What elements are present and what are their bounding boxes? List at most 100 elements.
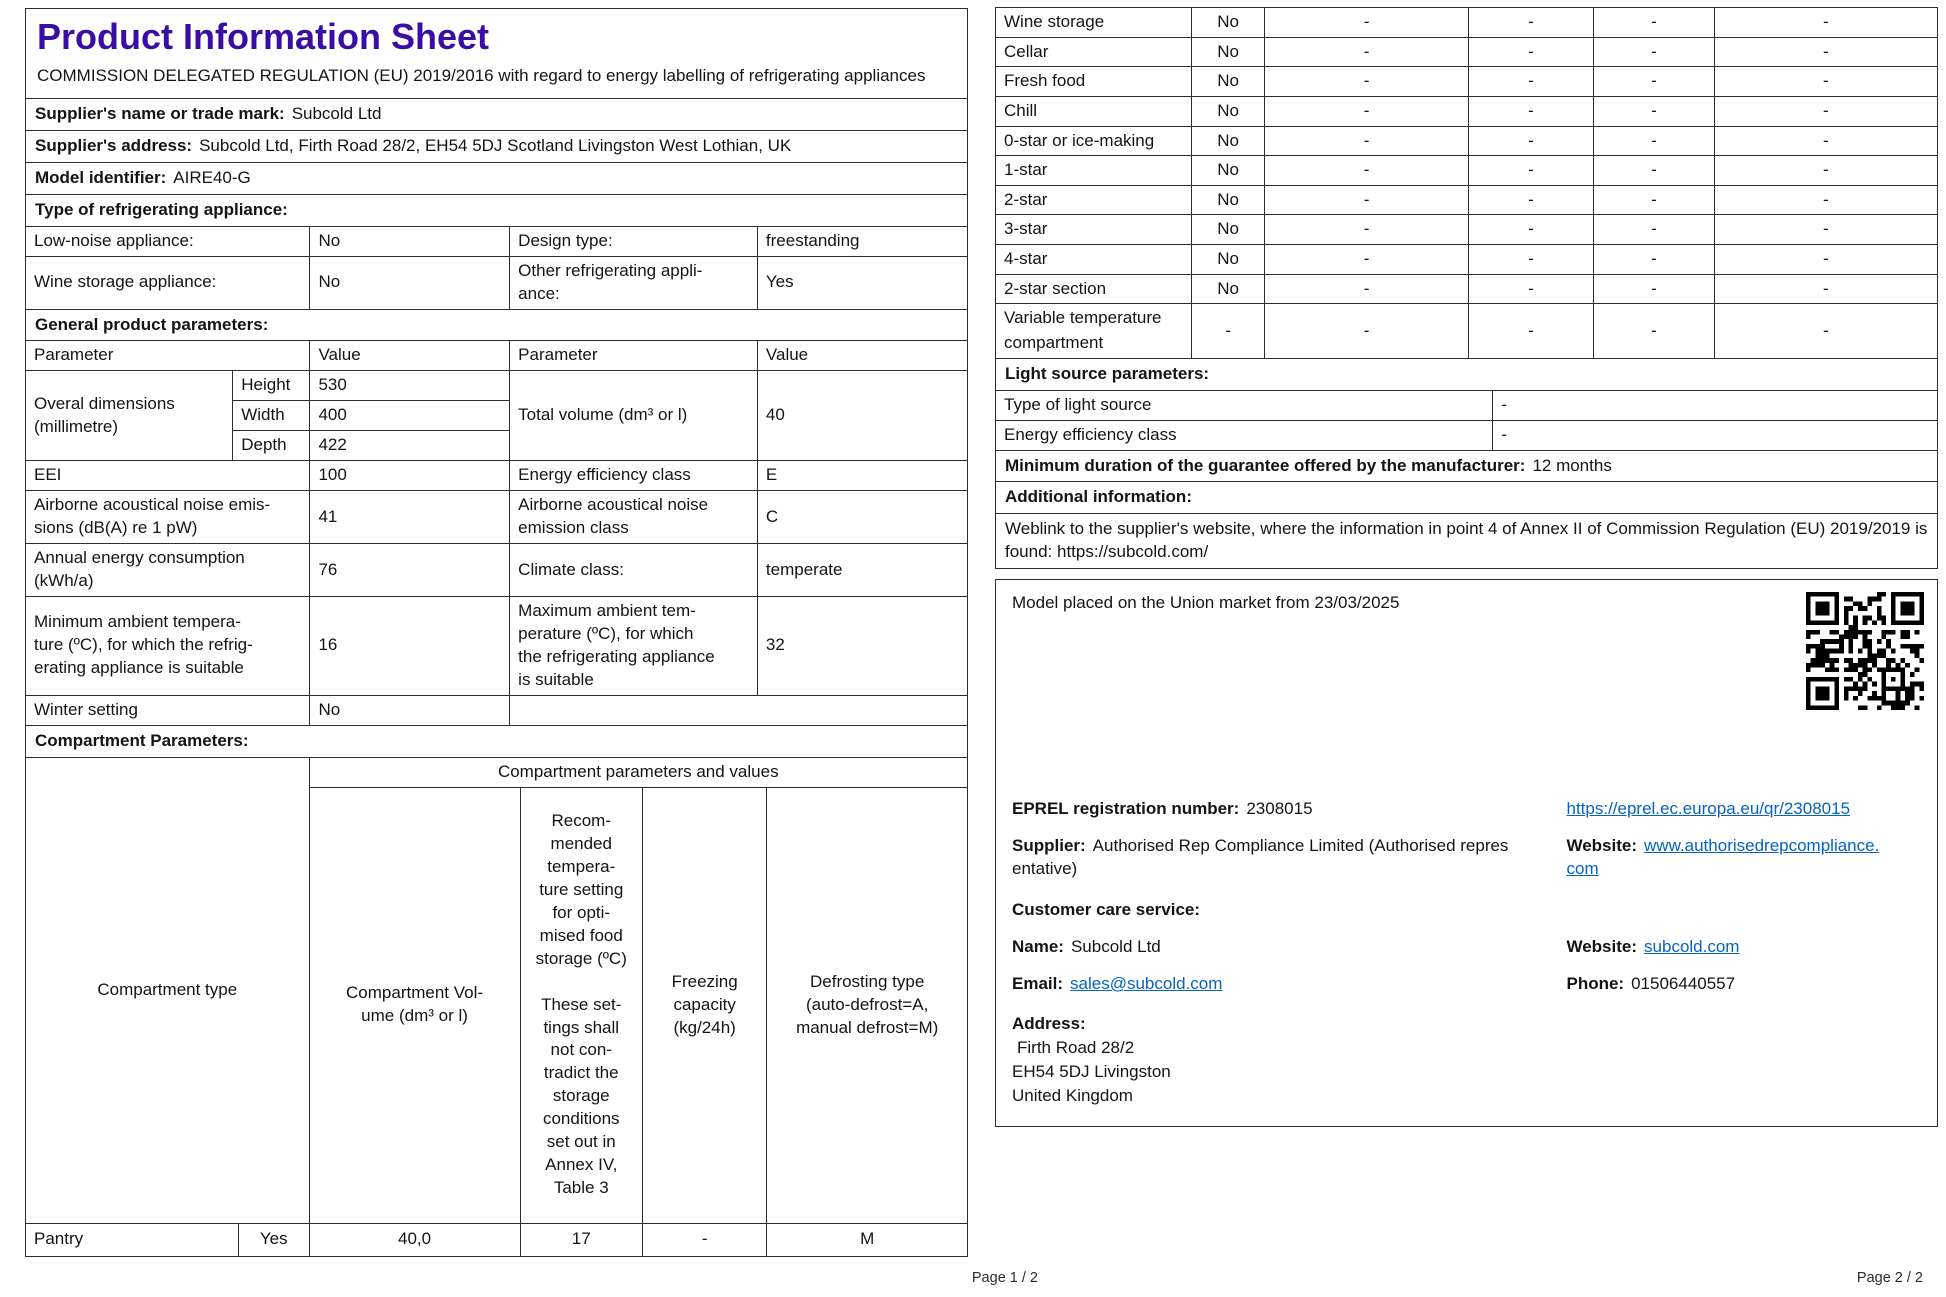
compartment-row: 4-star No - - - - xyxy=(995,244,1939,275)
param-value-cell: No xyxy=(309,225,511,257)
compartment-volume-cell: - xyxy=(1264,66,1469,97)
page-1: Product Information Sheet COMMISSION DEL… xyxy=(24,8,969,1257)
compartment-temp-cell: - xyxy=(1467,244,1595,275)
eprel-number: 2308015 xyxy=(1246,799,1313,819)
span-header: Compartment parameters and values xyxy=(308,756,969,788)
care-name-row: Name: Subcold Ltd Website: subcold.com xyxy=(1012,936,1921,959)
param-label-cell: Design type: xyxy=(509,225,758,257)
compartment-freezing-cell: - xyxy=(1593,155,1715,186)
supplier-address-label: Supplier's address: xyxy=(35,135,193,155)
param-label-cell: Minimum ambient tempera- ture (ºC), for … xyxy=(24,595,311,696)
compartment-name-cell: Fresh food xyxy=(995,66,1192,97)
param-label-cell: Airborne acoustical noise emission class xyxy=(509,490,758,545)
compartment-row: 0-star or ice-making No - - - - xyxy=(995,125,1939,157)
compartment-freezing-cell: - xyxy=(1593,36,1715,68)
email-link[interactable]: sales@subcold.com xyxy=(1070,974,1222,993)
compartment-row: 1-star No - - - - xyxy=(995,155,1939,186)
compartment-present-cell: Yes xyxy=(237,1222,310,1257)
empty-cell xyxy=(509,694,968,726)
table-row: Type of light source - xyxy=(994,389,1938,421)
compartment-volume-cell: - xyxy=(1264,155,1469,186)
general-parameters-table: Parameter Value Parameter Value Overal d… xyxy=(24,340,969,726)
param-label-cell: Climate class: xyxy=(509,543,758,597)
supplier-website-label: Website: xyxy=(1566,836,1638,856)
param-value-cell: E xyxy=(756,460,969,492)
care-website-label: Website: xyxy=(1566,937,1638,956)
table-row: Compartment type Compartment parameters … xyxy=(25,756,969,1224)
compartment-freezing-cell: - xyxy=(1593,303,1715,359)
compartment-defrost-cell: - xyxy=(1713,7,1939,38)
compartment-defrost-cell: - xyxy=(1713,95,1939,127)
table-row: Annual energy consumption (kWh/a) 76 Cli… xyxy=(24,543,969,597)
compartment-row: 2-star section No - - - - xyxy=(995,273,1939,305)
compartment-row: Variable temperature compartment - - - -… xyxy=(995,303,1939,359)
guarantee-value: 12 months xyxy=(1532,455,1612,475)
param-value-cell: 76 xyxy=(309,543,511,597)
column-header: Value xyxy=(309,340,511,372)
phone-label: Phone: xyxy=(1566,973,1625,993)
dimension-name-cell: Width xyxy=(232,400,311,432)
supplier-row: Supplier: Authorised Rep Compliance Limit… xyxy=(1012,835,1921,881)
email-label: Email: xyxy=(1012,973,1064,993)
dimensions-label-cell: Overal dimensions (millimetre) xyxy=(24,370,234,462)
param-label-cell: Maximum ambient tem- perature (ºC), for … xyxy=(509,595,758,696)
address-label: Address: xyxy=(1012,1013,1086,1033)
param-label-cell: Type of light source xyxy=(994,389,1494,421)
compartment-defrost-cell: M xyxy=(766,1222,968,1257)
param-label-cell: Energy efficiency class xyxy=(994,419,1494,451)
compartment-temp-cell: - xyxy=(1467,7,1595,38)
param-value-cell: Yes xyxy=(756,255,969,310)
compartment-volume-cell: 40,0 xyxy=(308,1222,521,1257)
compartment-name-cell: 0-star or ice-making xyxy=(995,125,1192,157)
compartment-table: Compartment type Compartment parameters … xyxy=(25,756,969,1257)
param-label-cell: Other refrigerating appli- ance: xyxy=(509,255,758,310)
compartment-present-cell: No xyxy=(1190,155,1266,186)
compartment-volume-cell: - xyxy=(1264,244,1469,275)
compartment-present-cell: No xyxy=(1190,125,1266,157)
additional-info-header: Additional information: xyxy=(995,481,1938,515)
type-section-header: Type of refrigerating appliance: xyxy=(25,193,968,227)
care-name-value: Subcold Ltd xyxy=(1070,937,1161,956)
care-name-label: Name: xyxy=(1012,937,1064,956)
care-name-right: Website: subcold.com xyxy=(1566,936,1921,959)
volume-column-header: Compartment Vol- ume (dm³ or l) xyxy=(308,786,521,1224)
compartment-freezing-cell: - xyxy=(641,1222,768,1257)
param-label-cell: Airborne acoustical noise emis- sions (d… xyxy=(24,490,311,545)
compartment-name-cell: 4-star xyxy=(995,244,1192,275)
address-line: Firth Road 28/2 xyxy=(1017,1038,1135,1057)
compartment-temp-cell: - xyxy=(1467,95,1595,127)
care-website-link[interactable]: subcold.com xyxy=(1644,937,1739,956)
compartment-row: Pantry Yes 40,0 17 - M xyxy=(25,1222,968,1257)
compartment-freezing-cell: - xyxy=(1593,184,1715,216)
supplier-address-row: Supplier's address: Subcold Ltd, Firth Ro… xyxy=(25,129,968,163)
model-identifier-row: Model identifier: AIRE40-G xyxy=(25,161,968,195)
compartment-defrost-cell: - xyxy=(1713,184,1939,216)
compartment-name-cell: 2-star section xyxy=(995,273,1192,305)
compartment-row: 2-star No - - - - xyxy=(995,184,1939,216)
care-contact-row: Email: sales@subcold.com Phone: 0150644055… xyxy=(1012,973,1921,996)
compartment-temp-cell: - xyxy=(1467,36,1595,68)
compartment-temp-cell: - xyxy=(1467,184,1595,216)
supplier-label: Supplier: xyxy=(1012,836,1086,856)
eprel-registration-link[interactable]: https://eprel.ec.europa.eu/qr/2308015 xyxy=(1566,799,1850,818)
freezing-column-header: Freezing capacity (kg/24h) xyxy=(641,786,768,1224)
compartment-present-cell: No xyxy=(1190,95,1266,127)
weblink-row: Weblink to the supplier's website, where… xyxy=(995,513,1938,570)
compartment-name-cell: Chill xyxy=(995,95,1192,127)
general-section-header: General product parameters: xyxy=(25,308,968,342)
page-2-footer: Page 2 / 2 xyxy=(1856,1270,1923,1286)
table-row: EEI 100 Energy efficiency class E xyxy=(24,460,969,492)
compartment-present-cell: No xyxy=(1190,184,1266,216)
compartment-row: 3-star No - - - - xyxy=(995,214,1939,246)
compartment-row: Wine storage No - - - - xyxy=(995,7,1939,38)
appliance-type-table: Low-noise appliance: No Design type: fre… xyxy=(24,225,969,310)
compartment-row: Chill No - - - - xyxy=(995,95,1939,127)
light-source-section-header: Light source parameters: xyxy=(995,357,1938,391)
param-value-cell: 100 xyxy=(309,460,511,492)
eprel-left: EPREL registration number: 2308015 xyxy=(1012,798,1566,821)
model-identifier-label: Model identifier: xyxy=(35,167,167,187)
table-row: Overal dimensions (millimetre) Height 53… xyxy=(24,370,969,462)
customer-care-header: Customer care service: xyxy=(1012,900,1201,920)
compartment-freezing-cell: - xyxy=(1593,244,1715,275)
param-value-cell: - xyxy=(1492,389,1938,421)
